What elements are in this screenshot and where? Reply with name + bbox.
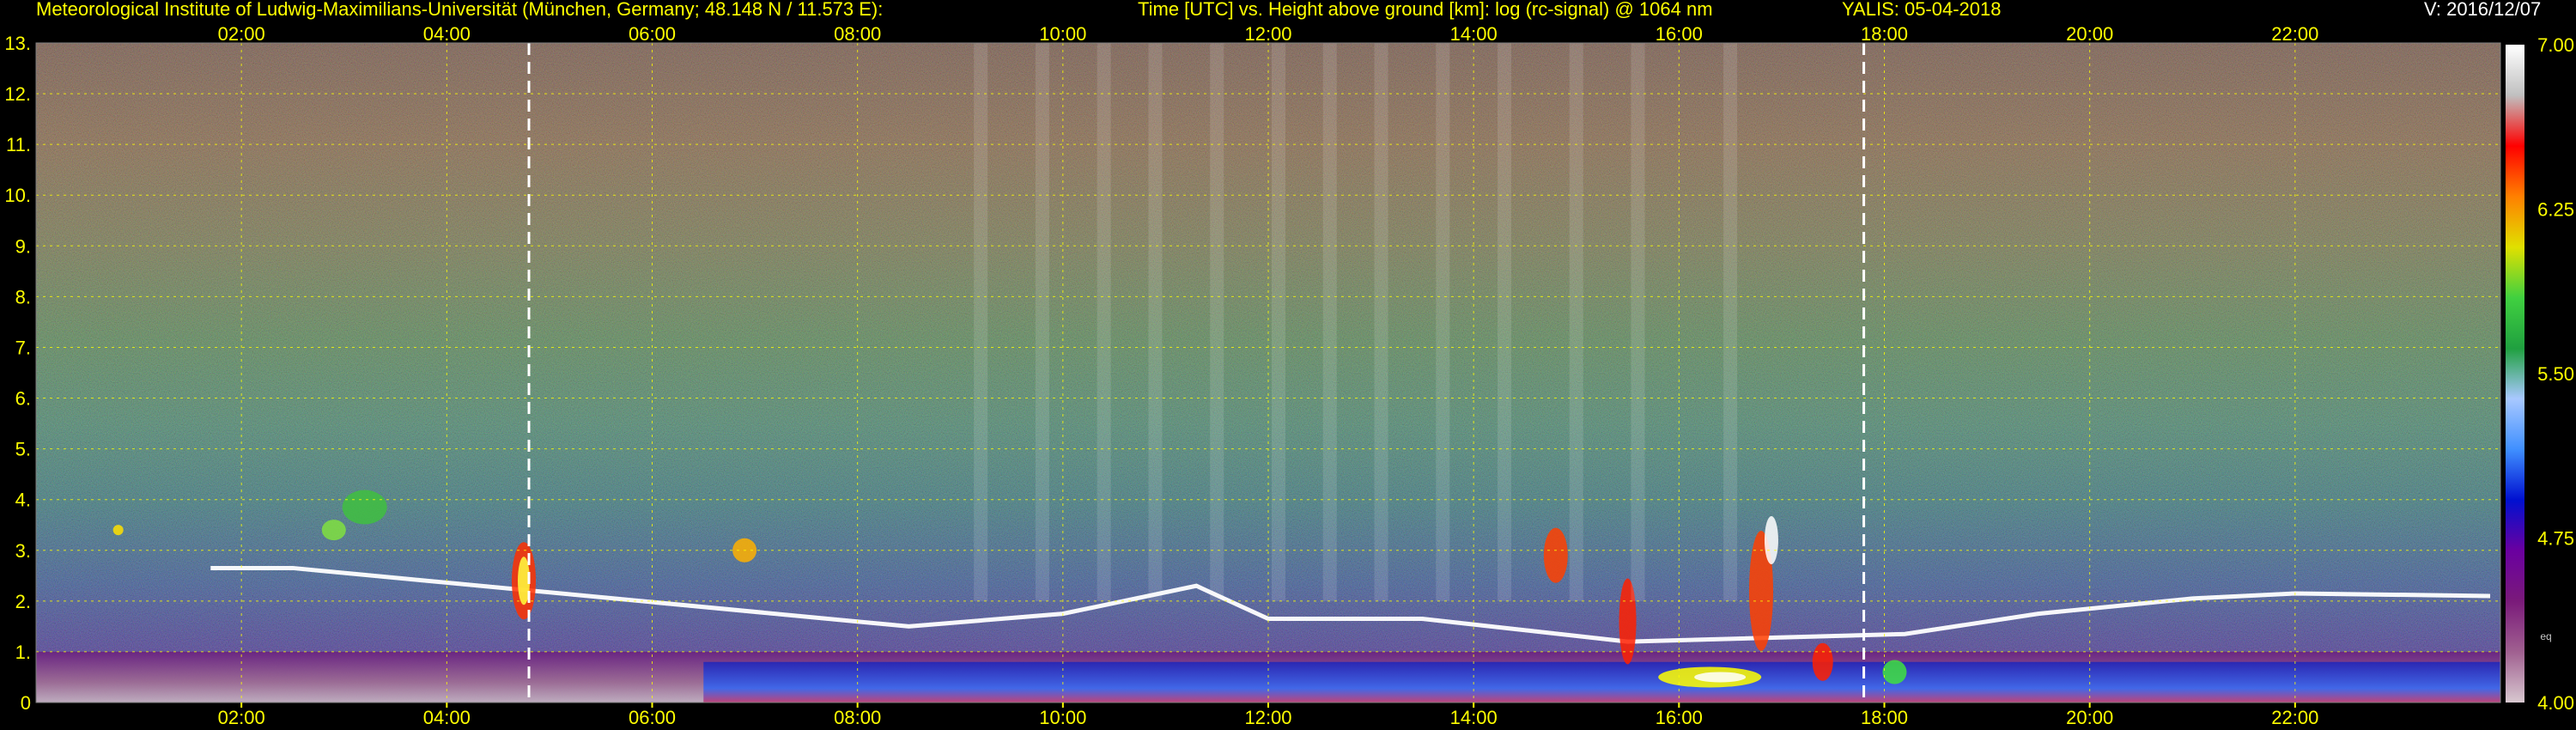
clutter-streak bbox=[1631, 43, 1645, 601]
clutter-streak bbox=[1498, 43, 1512, 601]
x-tick-label-top: 08:00 bbox=[834, 23, 881, 45]
x-tick-label-bottom: 08:00 bbox=[834, 707, 881, 728]
colorbar-scale bbox=[2506, 45, 2524, 703]
cloud-0050 bbox=[112, 525, 124, 536]
colorbar: 7.00 6.25 5.50 4.75 4.00 eq bbox=[2506, 34, 2574, 714]
x-tick-label-top: 22:00 bbox=[2271, 23, 2318, 45]
cloud-0310 bbox=[342, 490, 387, 525]
cloud-1450 bbox=[1543, 527, 1568, 583]
x-tick-label-bottom: 02:00 bbox=[218, 707, 265, 728]
chart-canvas: 02:00 02:00 04:00 04:00 06:00 06:00 08:00 08:00… bbox=[4, 23, 2574, 728]
clutter-streak bbox=[1148, 43, 1163, 601]
x-tick-label-top: 18:00 bbox=[1861, 23, 1908, 45]
colorbar-tick-label: 7.00 bbox=[2537, 34, 2574, 56]
clutter-streak bbox=[1271, 43, 1285, 601]
colorbar-tick-label: 6.25 bbox=[2537, 199, 2574, 221]
x-tick-label-top: 10:00 bbox=[1039, 23, 1086, 45]
x-tick-label-bottom: 14:00 bbox=[1450, 707, 1498, 728]
y-tick-label: 4. bbox=[15, 490, 31, 511]
cloud-1620-core bbox=[1694, 672, 1747, 683]
colorbar-tick-label: 4.00 bbox=[2537, 692, 2574, 714]
x-tick-label-top: 06:00 bbox=[629, 23, 676, 45]
y-tick-label: 8. bbox=[15, 286, 31, 307]
cloud-0255 bbox=[321, 520, 346, 541]
y-tick-label: 10. bbox=[4, 185, 31, 206]
colorbar-tick-label: 5.50 bbox=[2537, 363, 2574, 385]
y-tick-label: 2. bbox=[15, 591, 31, 612]
y-tick-label: 9. bbox=[15, 235, 31, 257]
x-tick-label-bottom: 22:00 bbox=[2271, 707, 2318, 728]
clutter-streak bbox=[1569, 43, 1583, 601]
colorbar-unit-label: eq bbox=[2540, 630, 2551, 642]
x-tick-label-top: 04:00 bbox=[423, 23, 471, 45]
boundary-layer-signal bbox=[703, 661, 2500, 703]
y-tick-label: 3. bbox=[15, 540, 31, 562]
clutter-streak bbox=[1035, 43, 1049, 601]
clutter-streak bbox=[974, 43, 988, 601]
x-tick-label-bottom: 12:00 bbox=[1244, 707, 1291, 728]
cloud-1655-top bbox=[1764, 515, 1778, 564]
lidar-chart: { "header": { "institute": "Meteorologic… bbox=[0, 0, 2576, 730]
clutter-streak bbox=[1322, 43, 1337, 601]
y-tick-label: 11. bbox=[6, 134, 31, 155]
clutter-streak bbox=[1097, 43, 1111, 601]
x-tick-label-top: 14:00 bbox=[1450, 23, 1498, 45]
y-tick-label: 6. bbox=[15, 388, 31, 410]
y-tick-label: 12. bbox=[4, 83, 31, 105]
clutter-streak bbox=[1723, 43, 1738, 601]
cloud-1805 bbox=[1882, 660, 1907, 684]
clutter-streak bbox=[1374, 43, 1388, 601]
y-tick-label: 1. bbox=[15, 642, 31, 663]
x-tick-label-bottom: 20:00 bbox=[2066, 707, 2113, 728]
cloud-1725 bbox=[1812, 642, 1833, 681]
y-tick-label: 7. bbox=[15, 337, 31, 358]
x-tick-label-bottom: 06:00 bbox=[629, 707, 676, 728]
x-tick-label-bottom: 18:00 bbox=[1861, 707, 1908, 728]
x-tick-label-top: 16:00 bbox=[1656, 23, 1703, 45]
x-tick-label-top: 02:00 bbox=[218, 23, 265, 45]
y-tick-label: 13. bbox=[4, 33, 31, 54]
colorbar-tick-label: 4.75 bbox=[2537, 528, 2574, 550]
x-tick-label-bottom: 04:00 bbox=[423, 707, 471, 728]
y-tick-label: 5. bbox=[15, 439, 31, 460]
x-tick-label-bottom: 16:00 bbox=[1656, 707, 1703, 728]
x-tick-label-top: 12:00 bbox=[1244, 23, 1291, 45]
clutter-streak bbox=[1210, 43, 1224, 601]
clutter-streak bbox=[1436, 43, 1450, 601]
y-tick-label: 0 bbox=[21, 692, 31, 714]
x-tick-label-top: 20:00 bbox=[2066, 23, 2113, 45]
x-tick-label-bottom: 10:00 bbox=[1039, 707, 1086, 728]
